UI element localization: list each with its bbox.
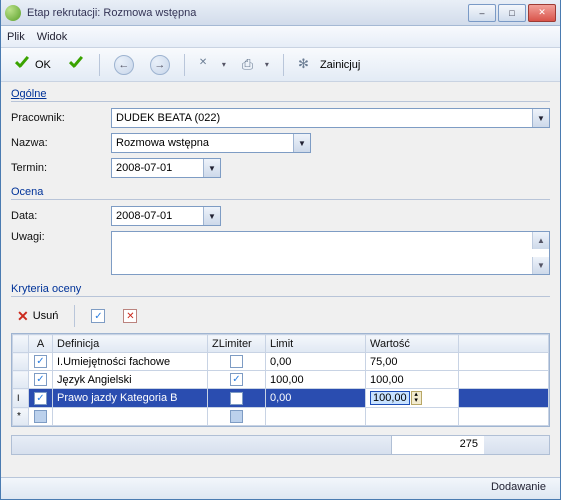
checkbox-a[interactable] [34,410,47,423]
maximize-button[interactable]: □ [498,4,526,22]
stepper-icon[interactable]: ▴▾ [411,391,422,405]
statusbar: Dodawanie [1,477,560,499]
chevron-down-icon[interactable]: ▼ [532,109,549,127]
apply-button[interactable] [61,53,91,77]
ok-button[interactable]: OK [7,53,57,77]
scroll-up-button[interactable]: ▲ [532,232,549,249]
status-mode: Dodawanie [491,481,546,493]
section-general: Ogólne [11,88,550,102]
data-value: 2008-07-01 [112,210,203,222]
ok-label: OK [35,59,51,71]
col-zlim[interactable]: ZLimiter [208,335,266,353]
arrow-right-icon: → [150,55,170,75]
termin-value: 2008-07-01 [112,162,203,174]
back-button[interactable]: ← [108,52,140,78]
data-date[interactable]: 2008-07-01 ▼ [111,206,221,226]
uwagi-textarea[interactable]: ▲ ▼ [111,231,550,275]
check-icon [91,309,105,323]
chevron-down-icon[interactable]: ▼ [203,207,220,225]
print-button[interactable]: ▾ [236,53,275,77]
nazwa-label: Nazwa: [11,137,111,149]
tools-button[interactable]: ▾ [193,53,232,77]
cell-wart[interactable]: 75,00 [366,353,459,371]
table-row-new[interactable]: * [13,408,549,426]
init-button[interactable]: Zainicjuj [292,53,366,77]
scroll-down-button[interactable]: ▼ [532,257,549,274]
cell-wart-editing[interactable]: 100,00▴▾ [366,389,459,408]
cell-limit[interactable]: 0,00 [266,353,366,371]
section-rating: Ocena [11,186,550,200]
table-row[interactable]: Język Angielski 100,00 100,00 [13,371,549,389]
total-value: 275 [391,436,484,454]
totals-row: 275 [11,435,550,455]
toolbar: OK ← → ▾ ▾ Zainicjuj [1,48,560,82]
table-row[interactable]: I Prawo jazdy Kategoria B 0,00 100,00▴▾ [13,389,549,408]
menubar: Plik Widok [1,26,560,48]
nazwa-select[interactable]: Rozmowa wstępna ▼ [111,133,311,153]
cell-limit[interactable]: 100,00 [266,371,366,389]
titlebar: Etap rekrutacji: Rozmowa wstępna – □ ✕ [1,0,560,26]
chevron-down-icon[interactable]: ▼ [203,159,220,177]
uncheck-all-button[interactable] [117,307,143,325]
app-icon [5,5,21,21]
menu-view[interactable]: Widok [37,31,68,43]
row-header [13,335,29,353]
forward-button[interactable]: → [144,52,176,78]
termin-label: Termin: [11,162,111,174]
cell-wart-value[interactable]: 100,00 [370,391,410,405]
uwagi-label: Uwagi: [11,231,111,243]
check-all-button[interactable] [85,307,111,325]
col-wart[interactable]: Wartość [366,335,459,353]
x-icon: ✕ [17,308,29,325]
pracownik-label: Pracownik: [11,112,111,124]
col-spacer [459,335,549,353]
print-icon [242,56,260,74]
delete-label: Usuń [33,310,59,322]
arrow-left-icon: ← [114,55,134,75]
cell-def[interactable]: I.Umiejętności fachowe [53,353,208,371]
tools-icon [199,56,217,74]
x-box-icon [123,309,137,323]
criteria-grid: A Definicja ZLimiter Limit Wartość I.Umi… [11,333,550,427]
checkbox-zlim[interactable] [230,373,243,386]
pracownik-value: DUDEK BEATA (022) [112,112,532,124]
window-title: Etap rekrutacji: Rozmowa wstępna [27,7,196,19]
checkbox-zlim[interactable] [230,355,243,368]
checkbox-zlim[interactable] [230,410,243,423]
init-label: Zainicjuj [320,59,360,71]
pracownik-select[interactable]: DUDEK BEATA (022) ▼ [111,108,550,128]
delete-row-button[interactable]: ✕ Usuń [11,306,64,327]
checkbox-zlim[interactable] [230,392,243,405]
section-criteria: Kryteria oceny [11,283,550,297]
data-label: Data: [11,210,111,222]
col-def[interactable]: Definicja [53,335,208,353]
col-limit[interactable]: Limit [266,335,366,353]
cell-def[interactable]: Prawo jazdy Kategoria B [53,389,208,408]
cell-def[interactable]: Język Angielski [53,371,208,389]
cell-limit[interactable]: 0,00 [266,389,366,408]
checkbox-a[interactable] [34,392,47,405]
col-a[interactable]: A [29,335,53,353]
termin-date[interactable]: 2008-07-01 ▼ [111,158,221,178]
close-button[interactable]: ✕ [528,4,556,22]
check-icon [67,56,85,74]
wand-icon [298,56,316,74]
table-row[interactable]: I.Umiejętności fachowe 0,00 75,00 [13,353,549,371]
minimize-button[interactable]: – [468,4,496,22]
nazwa-value: Rozmowa wstępna [112,137,293,149]
check-icon [13,56,31,74]
menu-file[interactable]: Plik [7,31,25,43]
checkbox-a[interactable] [34,355,47,368]
checkbox-a[interactable] [34,373,47,386]
chevron-down-icon[interactable]: ▼ [293,134,310,152]
cell-wart[interactable]: 100,00 [366,371,459,389]
